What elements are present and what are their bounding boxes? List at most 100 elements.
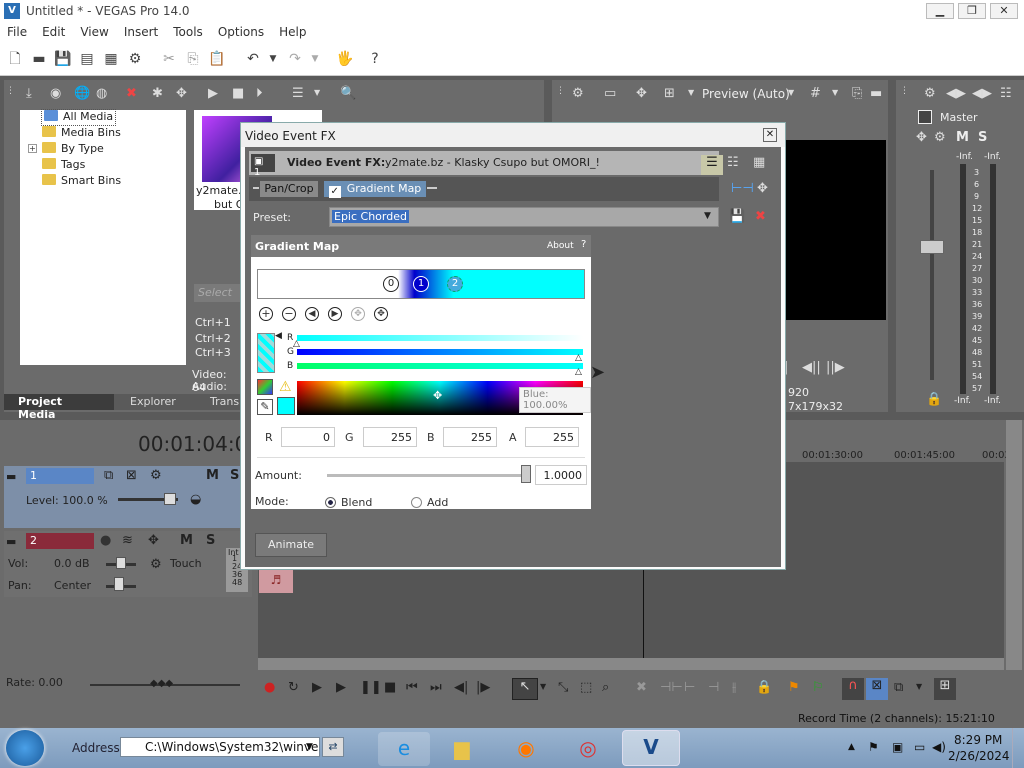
preset-select[interactable]: Epic Chorded ▼ (329, 207, 719, 227)
spectrum-crosshair-icon[interactable]: ✥ (433, 389, 442, 402)
add-stop-icon[interactable]: + (259, 307, 273, 321)
search-icon[interactable]: 🔍 (340, 86, 356, 101)
gradient-stop-2[interactable]: 2 (447, 276, 463, 292)
save-icon[interactable]: 💾 (54, 50, 72, 68)
g-field[interactable]: 255 (363, 427, 417, 447)
color-swatch[interactable] (257, 333, 275, 373)
move-stop-left-icon[interactable]: ◀ (305, 307, 319, 321)
mode-add-label[interactable]: Add (427, 496, 448, 509)
tree-item-media-bins[interactable]: Media Bins (42, 126, 121, 141)
mute-button[interactable]: M (956, 130, 969, 145)
pan-slider-knob[interactable] (114, 577, 124, 591)
about-link[interactable]: About (547, 241, 574, 251)
menu-tools[interactable]: Tools (166, 22, 211, 39)
overlays-icon[interactable]: # (810, 86, 821, 101)
delete-preset-icon[interactable]: ✖ (755, 209, 766, 224)
motion-icon[interactable]: ⊠ (126, 468, 137, 483)
grid-view-icon[interactable]: ▦ (753, 155, 765, 170)
chain-gradient-map[interactable]: ✓ Gradient Map (323, 180, 427, 198)
current-color-swatch[interactable] (277, 397, 295, 415)
views-dropdown-icon[interactable]: ▼ (314, 88, 320, 97)
copy-snapshot-icon[interactable]: ⎘ (852, 86, 862, 101)
network-icon[interactable]: ▣ (892, 740, 903, 754)
action-center-flag-icon[interactable]: ⚑ (868, 740, 879, 754)
volume-icon[interactable]: ◀) (932, 740, 946, 754)
blue-slider[interactable] (297, 363, 583, 369)
track-fx-icon[interactable]: ⚙ (150, 468, 162, 483)
menu-help[interactable]: Help (272, 22, 314, 39)
file-explorer-icon[interactable]: ▆ (436, 732, 488, 766)
animate-button[interactable]: Animate (255, 533, 327, 557)
green-slider[interactable] (297, 349, 583, 355)
save-as-icon[interactable]: ▤ (78, 50, 96, 68)
show-desktop-button[interactable] (1012, 728, 1024, 768)
compositing-icon[interactable]: ⧉ (104, 468, 113, 483)
media-clip-audio[interactable]: ♬ (258, 566, 294, 594)
show-hidden-icons[interactable]: ▲ (848, 742, 855, 752)
master-toggle-icon[interactable] (918, 110, 932, 124)
level-slider-knob[interactable] (164, 493, 176, 505)
copy-icon[interactable]: ⎘ (184, 50, 202, 68)
maximize-button[interactable]: ❐ (958, 3, 986, 19)
minimize-button[interactable]: ▁ (926, 3, 954, 19)
split-icon[interactable]: ⫲ (732, 680, 736, 695)
split-screen-icon[interactable]: ✥ (636, 86, 647, 101)
amount-slider[interactable] (327, 474, 531, 477)
external-monitor-icon[interactable]: ▭ (604, 86, 616, 101)
tool-dropdown-icon[interactable]: ▼ (540, 682, 546, 691)
paste-icon[interactable]: 📋 (208, 50, 226, 68)
record-icon[interactable]: ● (264, 680, 275, 695)
play-from-start-icon[interactable]: ▶ (312, 680, 322, 695)
properties-icon[interactable]: ✥ (176, 86, 187, 101)
capture-icon[interactable]: ◉ (50, 86, 61, 101)
play-icon[interactable]: ▶ (208, 86, 218, 101)
address-dropdown-icon[interactable]: ▼ (306, 742, 313, 752)
loop-icon[interactable]: ↻ (288, 680, 299, 695)
envelope-tool-icon[interactable]: ⤡ (558, 680, 568, 695)
menu-view[interactable]: View (73, 22, 116, 39)
dialog-close-button[interactable]: ✕ (763, 128, 777, 142)
solo-button[interactable]: S (206, 533, 215, 548)
go-to-start-icon[interactable]: ⏮ (406, 680, 418, 695)
rewind-icon[interactable]: ◀|| (802, 360, 821, 375)
lock-icon[interactable]: 🔒 (756, 680, 772, 695)
tree-item-all-media[interactable]: All Media (40, 109, 117, 126)
delete-icon[interactable]: ✖ (636, 680, 647, 695)
prev-frame-icon[interactable]: ◀| (454, 680, 468, 695)
mute-button[interactable]: M (180, 533, 193, 548)
dim-icon[interactable]: ◀▶ (972, 86, 992, 101)
trim-icon[interactable]: ⊣⊢ (660, 680, 683, 695)
menu-insert[interactable]: Insert (117, 22, 166, 39)
a-field[interactable]: 255 (525, 427, 579, 447)
mode-add-radio[interactable] (411, 497, 422, 508)
play-icon[interactable]: ▶ (336, 680, 346, 695)
green-slider-thumb[interactable]: △ (575, 353, 582, 363)
firefox-icon[interactable]: ◉ (500, 732, 552, 766)
chrome-icon[interactable]: ◎ (562, 732, 614, 766)
address-go-icon[interactable]: ⇄ (322, 737, 344, 757)
red-slider[interactable] (297, 335, 583, 341)
tab-explorer[interactable]: Explorer (116, 394, 190, 410)
master-fader-knob[interactable] (920, 240, 944, 254)
stop-icon[interactable]: ■ (384, 680, 396, 695)
ripple-icon[interactable]: ⧉ (894, 680, 903, 695)
preview-mode-dropdown-icon-2[interactable]: ▼ (788, 88, 794, 97)
fx-icon[interactable]: ✱ (152, 86, 163, 101)
new-file-icon[interactable]: 🗋 (6, 50, 24, 68)
horizontal-scrollbar[interactable] (258, 658, 1004, 670)
import-media-icon[interactable]: ⤓ (26, 86, 32, 101)
render-icon[interactable]: ▦ (102, 50, 120, 68)
expand-icon[interactable]: + (28, 144, 37, 153)
arm-record-icon[interactable]: ● (100, 533, 111, 548)
track-fx-icon[interactable]: ✥ (148, 533, 159, 548)
dock-handle-icon[interactable]: ⋮ (556, 86, 565, 96)
start-button[interactable] (6, 730, 44, 766)
undo-icon[interactable]: ↶ (244, 50, 262, 68)
remove-icon[interactable]: ✖ (126, 86, 137, 101)
preview-mode-select[interactable]: Preview (Auto) (702, 87, 790, 101)
trim-end-icon[interactable]: ⊣ (708, 680, 719, 695)
solo-button[interactable]: S (230, 468, 239, 483)
preview-properties-icon[interactable]: ⚙ (572, 86, 584, 101)
save-snapshot-icon[interactable]: ▬ (870, 86, 882, 101)
zoom-tool-icon[interactable]: ⌕ (602, 680, 609, 695)
